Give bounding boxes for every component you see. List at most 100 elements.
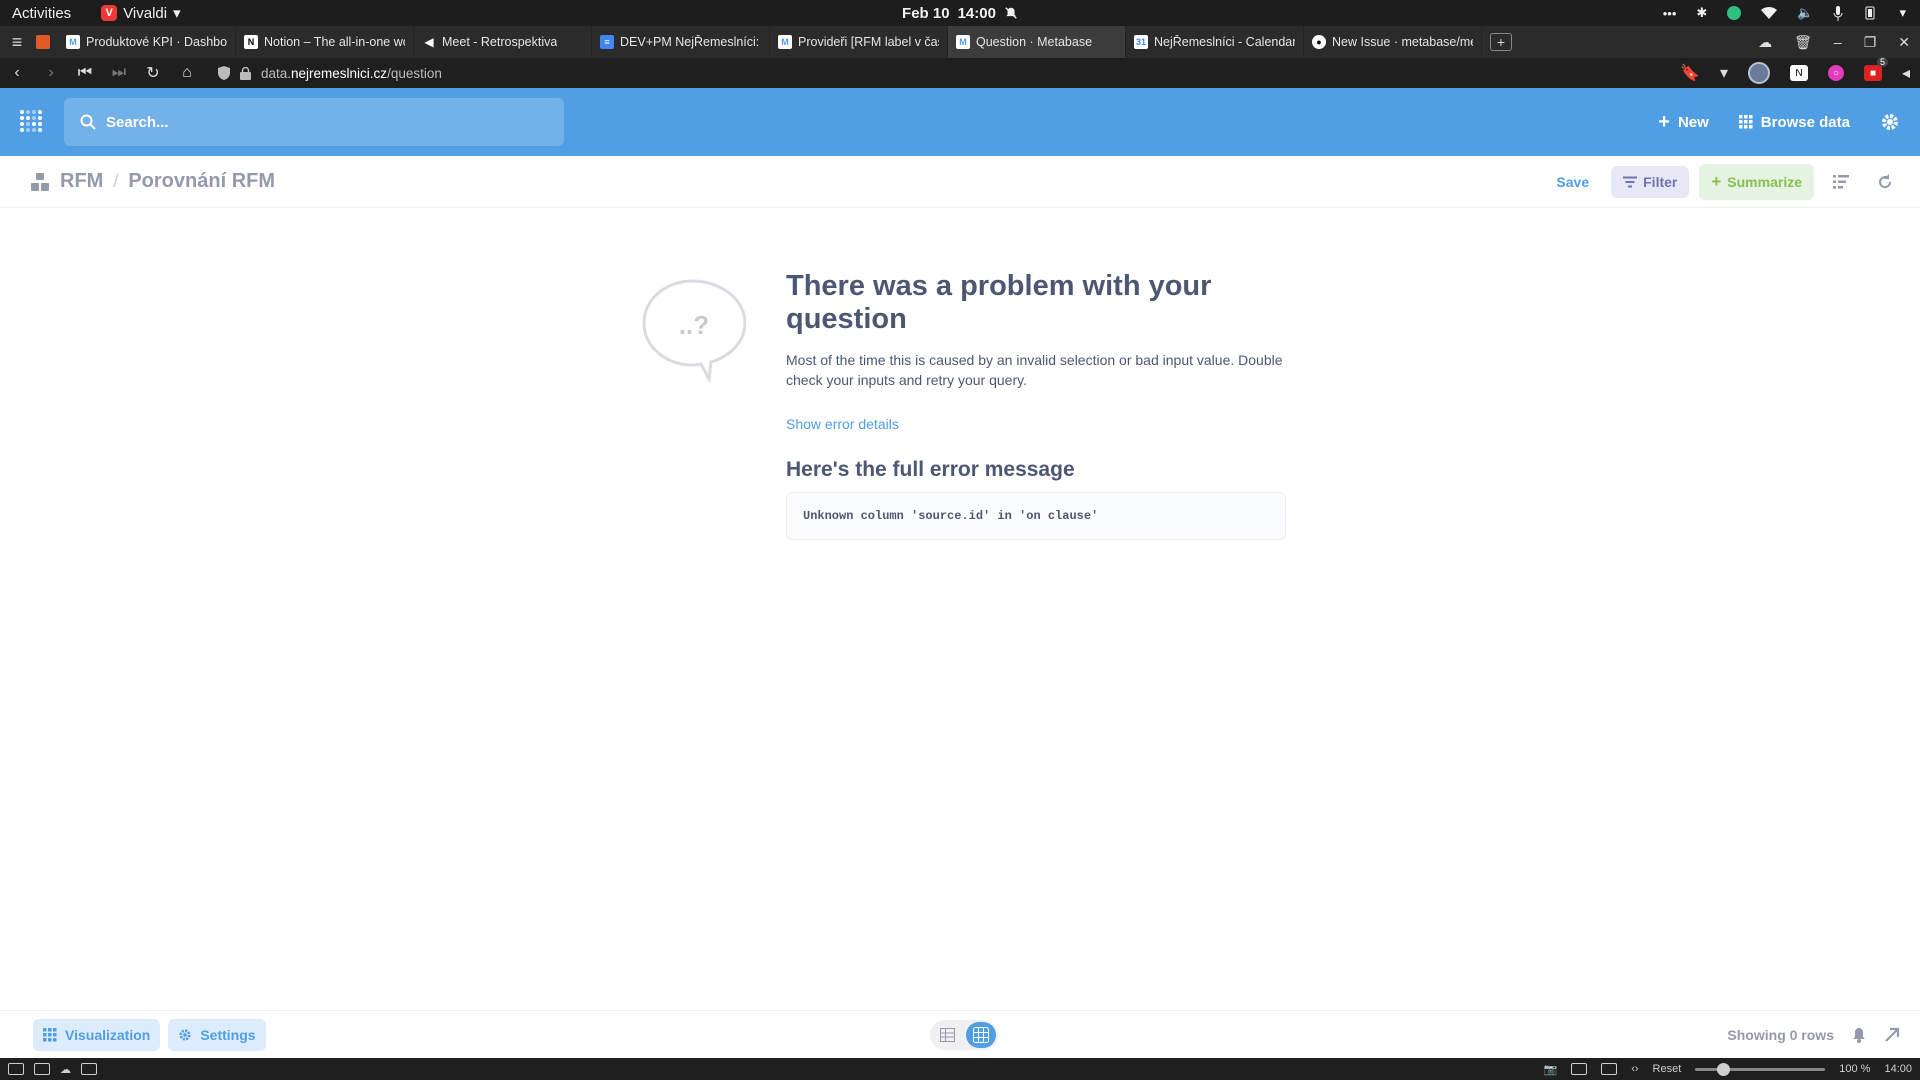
url-field[interactable]: data.nejremeslnici.cz/question [218, 66, 442, 81]
google-docs-favicon-icon: ≡ [600, 35, 614, 49]
clock-date: Feb 10 [902, 4, 950, 22]
pinned-tab-icon[interactable] [36, 35, 50, 49]
bookmark-icon[interactable]: 🔖 [1680, 63, 1700, 83]
clock[interactable]: Feb 10 14:00 [902, 5, 1018, 22]
tab-produktove-kpi[interactable]: M Produktové KPI · Dashboar [58, 26, 236, 58]
code-icon[interactable]: ‹› [1631, 1063, 1638, 1075]
home-icon[interactable]: ⌂ [170, 64, 204, 82]
cloud-icon[interactable]: ☁ [60, 1063, 71, 1076]
breadcrumb-question[interactable]: Porovnání RFM [128, 170, 275, 193]
grid-icon [973, 1026, 989, 1043]
activities-button[interactable]: Activities [12, 5, 71, 22]
tab-docs[interactable]: ≡ DEV+PM NejŘemeslníci: Re [592, 26, 770, 58]
tab-question-metabase[interactable]: M Question · Metabase [948, 26, 1126, 58]
table-icon [31, 172, 49, 191]
clock-time: 14:00 [957, 4, 996, 22]
table-view-toggle[interactable] [932, 1022, 962, 1048]
forward-icon[interactable]: › [34, 64, 68, 82]
url-text: data.nejremeslnici.cz/question [261, 65, 442, 81]
grid-icon [43, 1027, 57, 1041]
filter-button[interactable]: Filter [1611, 165, 1690, 198]
notebook-editor-icon[interactable] [1824, 165, 1858, 199]
show-error-details-link[interactable]: Show error details [786, 416, 899, 432]
tab-notion[interactable]: N Notion – The all-in-one wor [236, 26, 414, 58]
tile-icon[interactable] [34, 1062, 50, 1075]
notion-extension-icon[interactable]: N [1789, 65, 1808, 81]
battery-icon[interactable] [1863, 6, 1879, 20]
minimize-button[interactable]: – [1834, 34, 1842, 51]
browser-menu-icon[interactable]: ≡ [0, 26, 34, 58]
zoom-level: 100 % [1839, 1063, 1871, 1075]
search-input[interactable] [106, 113, 526, 131]
error-title: There was a problem with your question [786, 270, 1212, 335]
zoom-slider-knob[interactable] [1717, 1062, 1731, 1076]
tab-calendar[interactable]: 31 NejŘemeslníci - Calendar - [1126, 26, 1304, 58]
breadcrumb: RFM / Porovnání RFM [30, 170, 275, 193]
panel-icon[interactable] [8, 1062, 24, 1075]
wifi-icon[interactable] [1761, 6, 1778, 20]
visualization-button[interactable]: Visualization [33, 1018, 161, 1051]
close-button[interactable]: ✕ [1898, 34, 1910, 51]
panel-toggle-icon[interactable]: ◂ [1902, 63, 1910, 83]
share-arrow-icon[interactable] [1884, 1027, 1900, 1043]
notion-favicon-icon: N [244, 35, 258, 49]
lock-icon [240, 66, 251, 80]
status-ok-icon[interactable] [1727, 6, 1742, 20]
tab-strip: ≡ M Produktové KPI · Dashboar N Notion –… [0, 26, 1920, 58]
bell-icon[interactable] [1852, 1027, 1866, 1043]
more-icon[interactable]: ••• [1663, 6, 1677, 21]
back-icon[interactable]: ‹ [0, 64, 34, 82]
dropdown-chevron-icon[interactable]: ▾ [1720, 63, 1728, 83]
metabase-logo-icon[interactable] [0, 109, 64, 135]
question-bubble-icon: ..? [640, 278, 747, 387]
red-extension-icon[interactable]: ■ 5 [1863, 57, 1888, 81]
system-menu-chevron-icon[interactable]: ▾ [1899, 5, 1906, 21]
save-button[interactable]: Save [1544, 168, 1601, 196]
window-icon[interactable] [1571, 1063, 1588, 1075]
shield-icon [218, 66, 230, 80]
camera-icon[interactable]: 📷 [1543, 1063, 1557, 1076]
image-icon[interactable] [1601, 1063, 1618, 1075]
chart-view-toggle[interactable] [966, 1021, 996, 1048]
tab-meet[interactable]: ◀ Meet - Retrospektiva [414, 26, 592, 58]
browse-data-button[interactable]: Browse data [1738, 114, 1850, 131]
app-menu[interactable]: V Vivaldi ▾ [101, 4, 181, 22]
new-tab-button[interactable]: + [1490, 33, 1512, 51]
new-button[interactable]: + New [1658, 111, 1709, 134]
tab-github-new-issue[interactable]: ● New Issue · metabase/met [1304, 26, 1482, 58]
metabase-navbar: + New Browse data [0, 88, 1920, 156]
cloud-sync-icon[interactable]: ☁ [1758, 34, 1772, 51]
vivaldi-icon: V [101, 5, 118, 21]
question-footer: Visualization Settings Showing 0 rows [0, 1010, 1920, 1058]
fast-forward-icon[interactable]: ⏭ [102, 64, 136, 82]
settings-gear-icon[interactable] [1880, 112, 1900, 132]
profile-avatar[interactable] [1747, 62, 1770, 84]
slack-icon[interactable]: ✱ [1696, 5, 1707, 21]
tab-provideri[interactable]: M Provideři [RFM label v čase [770, 26, 948, 58]
bubble-text: ..? [679, 310, 709, 340]
metabase-favicon-icon: M [956, 35, 970, 49]
settings-button[interactable]: Settings [168, 1018, 266, 1051]
trash-icon[interactable]: 🗑 [1794, 34, 1812, 51]
summarize-button[interactable]: + Summarize [1699, 163, 1814, 200]
mail-icon[interactable] [81, 1062, 97, 1075]
zoom-reset-button[interactable]: Reset [1653, 1063, 1682, 1075]
volume-icon[interactable]: 🔈 [1797, 5, 1813, 21]
pink-extension-icon[interactable]: ○ [1827, 65, 1844, 81]
github-favicon-icon: ● [1312, 35, 1326, 49]
breadcrumb-collection[interactable]: RFM [60, 170, 103, 193]
search-box[interactable] [64, 98, 564, 146]
refresh-icon[interactable] [1868, 165, 1902, 199]
plus-icon: + [1711, 171, 1722, 191]
gear-icon [179, 1028, 191, 1041]
reload-icon[interactable]: ↻ [136, 63, 170, 83]
rewind-icon[interactable]: ⏮ [68, 64, 102, 82]
zoom-slider[interactable] [1695, 1062, 1826, 1076]
chevron-down-icon: ▾ [173, 5, 181, 22]
error-subtitle: Here's the full error message [786, 458, 1075, 481]
error-message-box: Unknown column 'source.id' in 'on clause… [786, 492, 1286, 540]
microphone-icon[interactable] [1833, 5, 1843, 21]
filter-icon [1623, 176, 1638, 187]
restore-button[interactable]: ❐ [1864, 34, 1877, 51]
error-message: Unknown column 'source.id' in 'on clause… [803, 509, 1099, 523]
